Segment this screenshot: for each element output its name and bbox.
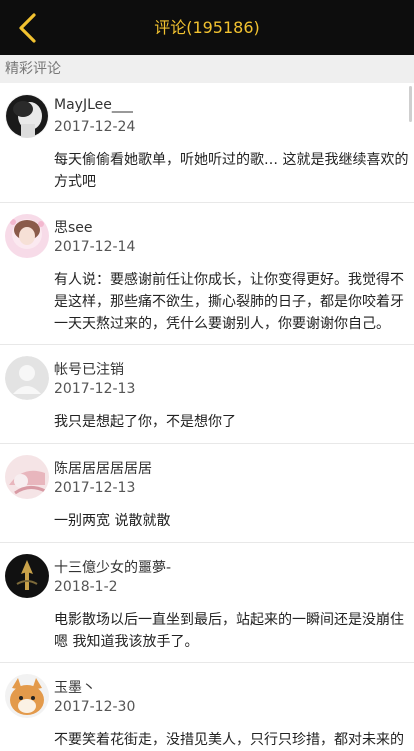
user-avatar-image (5, 214, 49, 258)
user-avatar-image (5, 94, 49, 138)
user-avatar-image (5, 455, 49, 499)
comment-username[interactable]: 帐号已注销 (54, 359, 124, 379)
page-title: 评论(195186) (154, 18, 260, 37)
avatar[interactable] (5, 356, 49, 400)
comment-text: 我只是想起了你，不是想你了 (54, 414, 236, 430)
comment-item: 陈居居居居居居 2017-12-13 一别两宽 说散就散 (0, 444, 414, 543)
avatar[interactable] (5, 554, 49, 598)
comment-date: 2017-12-13 (54, 381, 136, 397)
comment-item: 帐号已注销 2017-12-13 我只是想起了你，不是想你了 (0, 345, 414, 444)
comment-date: 2017-12-14 (54, 239, 136, 255)
avatar[interactable] (5, 214, 49, 258)
comment-item: 十三億少女的噩夢- 2018-1-2 电影散场以后一直坐到最后，站起来的一瞬间还… (0, 543, 414, 663)
comment-username[interactable]: MayJLee___ (54, 97, 133, 113)
comment-text: 每天偷偷看她歌单，听她听过的歌… 这就是我继续喜欢的方式吧 (54, 152, 409, 190)
comment-item: 玉墨丶 2017-12-30 不要笑着花街走，没措见美人，只行只珍措，都对未来的 (0, 663, 414, 748)
comment-username[interactable]: 思see (54, 217, 93, 237)
default-avatar-icon (5, 356, 49, 400)
user-avatar-image (5, 554, 49, 598)
avatar[interactable] (5, 94, 49, 138)
avatar[interactable] (5, 455, 49, 499)
comment-date: 2017-12-30 (54, 699, 136, 715)
comment-date: 2017-12-13 (54, 480, 136, 496)
comment-item: MayJLee___ 2017-12-24 每天偷偷看她歌单，听她听过的歌… 这… (0, 83, 414, 203)
comment-date: 2017-12-24 (54, 119, 136, 135)
comment-text: 有人说：要感谢前任让你成长，让你变得更好。我觉得不是这样，那些痛不欲生，撕心裂肺… (54, 272, 404, 332)
comment-date: 2018-1-2 (54, 579, 118, 595)
comment-list: MayJLee___ 2017-12-24 每天偷偷看她歌单，听她听过的歌… 这… (0, 83, 414, 748)
comment-username[interactable]: 玉墨丶 (54, 677, 96, 697)
comment-item: 思see 2017-12-14 有人说：要感谢前任让你成长，让你变得更好。我觉得… (0, 203, 414, 345)
comment-text: 一别两宽 说散就散 (54, 513, 171, 529)
user-avatar-image (5, 674, 49, 718)
comment-text: 不要笑着花街走，没措见美人，只行只珍措，都对未来的 (54, 732, 404, 748)
comment-username[interactable]: 陈居居居居居居 (54, 458, 152, 478)
section-title: 精彩评论 (0, 55, 414, 83)
top-bar: 评论(195186) (0, 0, 414, 55)
avatar[interactable] (5, 674, 49, 718)
comment-username[interactable]: 十三億少女的噩夢- (54, 557, 171, 577)
comment-text: 电影散场以后一直坐到最后，站起来的一瞬间还是没崩住嗯 我知道我该放手了。 (54, 612, 404, 650)
